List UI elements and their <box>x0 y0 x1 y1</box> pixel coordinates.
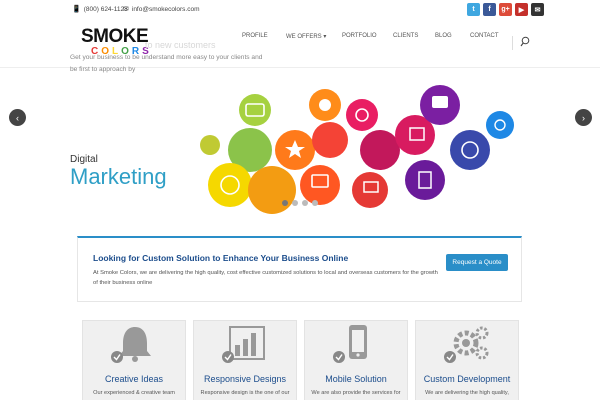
nav-portfolio[interactable]: PORTFOLIO <box>342 33 377 39</box>
feature-desc: We are delivering the high quality, <box>425 390 509 396</box>
email-icon[interactable]: ✉ <box>531 3 544 16</box>
feature-title: Responsive Designs <box>203 374 287 384</box>
feature-title: Creative Ideas <box>104 374 164 384</box>
slide-marketing-label: Marketing <box>70 164 167 189</box>
slider-dot[interactable] <box>312 200 318 206</box>
slide-tagline: Get your business to be understand more … <box>70 54 263 73</box>
gears-icon <box>444 326 489 363</box>
social-links: t f g+ ▶ ✉ <box>467 3 544 16</box>
envelope-icon: ✉ <box>123 6 129 13</box>
callout-body: At Smoke Colors, we are delivering the h… <box>93 270 438 286</box>
callout-heading: Looking for Custom Solution to Enhance Y… <box>93 253 349 263</box>
top-bar: 📱 (800) 624-1123 ✉ info@smokecolors.com … <box>0 0 600 20</box>
nav-contact[interactable]: CONTACT <box>470 33 499 39</box>
feature-card-custom-development[interactable]: Custom Development We are delivering the… <box>415 320 519 400</box>
feature-title: Mobile Solution <box>325 374 387 384</box>
youtube-icon[interactable]: ▶ <box>515 3 528 16</box>
slider-dot[interactable] <box>302 200 308 206</box>
email-address: info@smokecolors.com <box>131 5 200 13</box>
feature-card-mobile-solution[interactable]: Mobile Solution We are also provide the … <box>304 320 408 400</box>
phone-contact[interactable]: 📱 (800) 624-1123 <box>72 5 128 14</box>
twitter-icon[interactable]: t <box>467 3 480 16</box>
mobile-icon <box>333 325 367 363</box>
slide-ghost-heading: to new customers <box>145 40 216 50</box>
phone-icon: 📱 <box>72 6 81 13</box>
slider-pagination <box>282 200 318 206</box>
slider-dot[interactable] <box>282 200 288 206</box>
nav-clients[interactable]: CLIENTS <box>393 33 418 39</box>
bell-icon <box>111 327 151 363</box>
nav-blog[interactable]: BLOG <box>435 33 452 39</box>
feature-card-responsive-designs[interactable]: Responsive Designs Responsive design is … <box>193 320 297 400</box>
custom-solution-callout: Looking for Custom Solution to Enhance Y… <box>77 236 522 302</box>
hero-slider: to new customers Get your business to be… <box>0 40 600 214</box>
feature-desc: Responsive design is the one of our <box>200 390 290 396</box>
slider-prev-button[interactable]: ‹ <box>9 109 26 126</box>
email-contact[interactable]: ✉ info@smokecolors.com <box>123 5 200 14</box>
bar-chart-icon <box>222 326 265 363</box>
nav-profile[interactable]: PROFILE <box>242 33 268 39</box>
digital-marketing-illustration <box>200 85 514 214</box>
nav-we-offers[interactable]: WE OFFERS ▾ <box>286 33 326 40</box>
feature-desc: We are also provide the services for <box>311 390 401 396</box>
facebook-icon[interactable]: f <box>483 3 496 16</box>
slider-next-button[interactable]: › <box>575 109 592 126</box>
phone-number: (800) 624-1123 <box>83 5 128 13</box>
request-quote-button[interactable]: Request a Quote <box>446 254 508 271</box>
google-plus-icon[interactable]: g+ <box>499 3 512 16</box>
feature-desc: Our experienced & creative team <box>93 390 175 396</box>
feature-card-creative-ideas[interactable]: Creative Ideas Our experienced & creativ… <box>82 320 186 400</box>
feature-title: Custom Development <box>423 374 511 384</box>
slider-dot[interactable] <box>292 200 298 206</box>
